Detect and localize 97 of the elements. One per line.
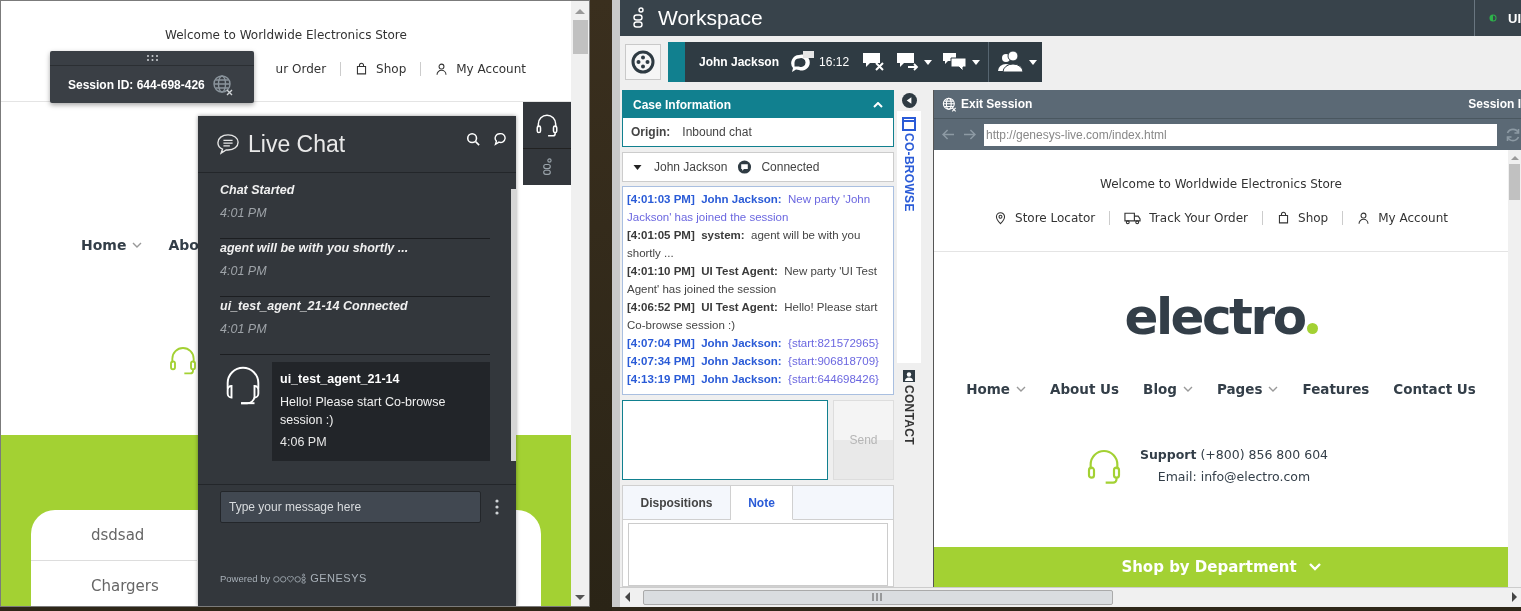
- nav-link[interactable]: Features: [1302, 379, 1370, 399]
- nav-link[interactable]: Abo: [168, 236, 199, 254]
- sender-name: ui_test_agent_21-14: [280, 371, 401, 388]
- message-time: 4:01 PM: [220, 263, 268, 280]
- logo-icon: [273, 572, 308, 584]
- header-link[interactable]: My Account: [435, 61, 526, 77]
- nav-link[interactable]: Home: [81, 236, 143, 254]
- user-name[interactable]: UI: [1508, 10, 1521, 26]
- chat-event-text: ui_test_agent_21-14 Connected: [220, 298, 409, 315]
- section-header[interactable]: Case Information: [623, 91, 893, 118]
- nav-link[interactable]: Home: [966, 379, 1026, 399]
- chat-bubble-icon: [216, 133, 240, 155]
- globe-x-icon: [942, 96, 957, 112]
- user-icon: [1357, 211, 1371, 225]
- chat-event-text: Chat Started: [220, 182, 296, 199]
- scrollbar[interactable]: [571, 1, 589, 606]
- window-title: Workspace: [658, 6, 764, 30]
- welcome-text: Welcome to Worldwide Electronics Store: [1099, 176, 1343, 192]
- category-item[interactable]: Chargers: [31, 561, 197, 606]
- transcript-line: [4:07:34 PM] John Jackson: {start:906818709}: [627, 354, 880, 369]
- brand-text: GENESYS: [310, 572, 367, 584]
- transcript-line: [4:13:19 PM] John Jackson: {start:644698426}: [627, 372, 880, 387]
- chat-bubble-icon[interactable]: [492, 132, 506, 146]
- exit-session-button[interactable]: Exit Session: [942, 96, 1033, 112]
- caret-icon: [1029, 59, 1038, 65]
- logo-icon: [632, 7, 644, 29]
- speech-bubble-x-icon: [862, 52, 887, 72]
- support-phone: Support (+800) 856 800 604: [1139, 446, 1329, 464]
- speech-bubble-arrow-icon: [896, 52, 921, 72]
- caret-down-icon[interactable]: [633, 164, 642, 170]
- shopping-bag-icon: [355, 62, 369, 76]
- caret-icon: [972, 59, 981, 65]
- tab[interactable]: Note: [731, 486, 793, 520]
- more-options-icon[interactable]: [495, 499, 499, 515]
- header-link[interactable]: ur Order: [275, 61, 327, 77]
- party-name: John Jackson: [654, 160, 728, 174]
- dial-icon: [631, 50, 655, 74]
- reply-field[interactable]: [622, 400, 828, 480]
- message-input[interactable]: Type your message here: [220, 491, 481, 523]
- location-pin-icon: [994, 211, 1007, 225]
- globe-x-icon[interactable]: [212, 73, 234, 96]
- support-email: Email: info@electro.com: [1157, 468, 1311, 486]
- chevron-down-icon: [1308, 563, 1321, 571]
- logo-icon: [542, 158, 552, 176]
- header-link[interactable]: Store Locator: [994, 210, 1096, 226]
- session-id-text: Session ID: 644-698-426: [68, 77, 205, 92]
- user-icon: [435, 62, 449, 76]
- category-item[interactable]: dsdsad: [31, 510, 197, 561]
- header-link[interactable]: Shop: [355, 61, 407, 77]
- transcript-line: [4:01:03 PM] John Jackson: New party 'John Jackson' has joined the session: [627, 192, 872, 225]
- headset-icon: [534, 112, 560, 138]
- chat-event-text: agent will be with you shortly ...: [220, 240, 410, 257]
- party-status: Connected: [761, 160, 820, 174]
- message-text: Hello! Please start Co-browse session :): [280, 394, 447, 429]
- contact-name[interactable]: John Jackson: [699, 55, 780, 69]
- transcript-line: [4:01:10 PM] UI Test Agent: New party 'UI Test Agent' has joined the session: [627, 264, 878, 297]
- header-link[interactable]: Track Your Order: [1124, 210, 1249, 226]
- session-label: Session I: [1468, 97, 1521, 111]
- search-icon[interactable]: [466, 132, 480, 146]
- chat-bubble-icon: [737, 159, 753, 175]
- people-icon: [997, 50, 1026, 74]
- transcript-line: [4:06:52 PM] UI Test Agent: Hello! Please start Co-browse session :): [627, 300, 879, 333]
- speech-bubbles-icon: [942, 52, 969, 72]
- collapse-icon[interactable]: [901, 93, 917, 108]
- tab[interactable]: Dispositions: [623, 486, 731, 520]
- scrollbar[interactable]: [511, 189, 516, 461]
- scrollbar[interactable]: [620, 587, 1521, 606]
- message-time: 4:06 PM: [280, 434, 328, 451]
- browser-window-icon: [902, 117, 916, 131]
- transcript-line: [4:01:05 PM] system: agent will be with you shortly ...: [627, 228, 862, 261]
- store-logo[interactable]: electro: [1124, 290, 1318, 344]
- truck-icon: [1124, 211, 1142, 225]
- side-tab[interactable]: CO-BROWSE: [897, 111, 921, 363]
- nav-link[interactable]: Pages: [1216, 379, 1279, 399]
- accent-stripe: [668, 42, 685, 82]
- chat-title: Live Chat: [248, 130, 347, 158]
- message-time: 4:01 PM: [220, 321, 268, 338]
- transcript-line: [4:07:04 PM] John Jackson: {start:821572965}: [627, 336, 880, 351]
- header-link[interactable]: My Account: [1357, 210, 1448, 226]
- status-button[interactable]: [625, 44, 661, 80]
- timer-text: 16:12: [819, 55, 850, 69]
- powered-by-text: Powered by: [220, 572, 271, 584]
- field-value: Inbound chat: [682, 125, 752, 139]
- field-label: Origin:: [631, 125, 671, 139]
- drag-handle-icon[interactable]: [146, 55, 158, 61]
- shopping-bag-icon: [1277, 211, 1291, 225]
- url-field[interactable]: http://genesys-live.com/index.html: [984, 123, 1497, 146]
- caret-icon: [924, 59, 933, 65]
- message-time: 4:01 PM: [220, 205, 268, 222]
- chat-bubble-icon: [789, 50, 816, 74]
- contact-card-icon: [902, 369, 916, 383]
- nav-link[interactable]: Blog: [1143, 379, 1193, 399]
- nav-link[interactable]: About Us: [1049, 379, 1120, 399]
- grip-icon: [872, 593, 882, 601]
- nav-link[interactable]: Contact Us: [1393, 379, 1476, 399]
- welcome-text: Welcome to Worldwide Electronics Store: [164, 27, 408, 43]
- header-link[interactable]: Shop: [1277, 210, 1329, 226]
